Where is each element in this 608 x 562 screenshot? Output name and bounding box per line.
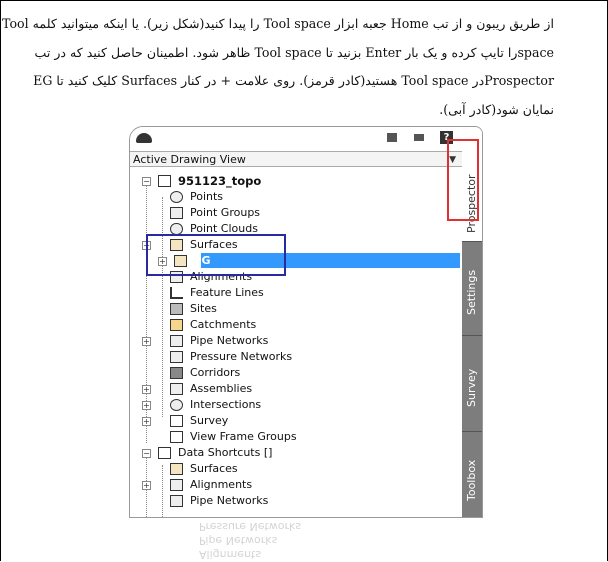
view-selector-label: Active Drawing View [133, 153, 246, 166]
tab-settings[interactable]: Settings [462, 241, 482, 336]
expand-icon[interactable]: + [142, 337, 151, 346]
collapse-icon[interactable]: − [142, 449, 151, 458]
survey-icon [170, 415, 183, 427]
sites-icon [170, 303, 183, 315]
tab-toolbox[interactable]: Toolbox [462, 431, 482, 517]
figure-reflection: Pressure Networks Pipe Networks Alignmen… [199, 520, 302, 561]
shortcut-icon [158, 447, 171, 459]
surface-icon [170, 463, 183, 475]
paragraph-line-4: نمایان شود(کادر آبی). [439, 101, 554, 117]
blue-highlight-box [146, 234, 286, 276]
tab-survey[interactable]: Survey [462, 335, 482, 432]
expand-icon[interactable]: + [142, 481, 151, 490]
view-selector[interactable]: Active Drawing View ▼ [130, 151, 462, 167]
red-highlight-box [447, 139, 479, 221]
assemblies-icon [170, 383, 183, 395]
corridors-icon [170, 367, 183, 379]
feature-lines-icon [170, 287, 183, 299]
toolspace-figure: ? Active Drawing View ▼ − 951123_topo Po… [129, 126, 483, 562]
paragraph-line-3: Prospectorدر Tool space هستید(کادر قرمز)… [33, 73, 554, 88]
window-icon[interactable] [414, 134, 424, 141]
pipe-networks-icon [170, 495, 183, 507]
drawing-icon [158, 175, 171, 187]
paragraph-line-2: spaceرا تایپ کرده و یک بار Enter بزنید ت… [34, 44, 554, 60]
toolspace-toolbar: ? [130, 127, 482, 149]
point-groups-icon [170, 207, 183, 219]
toolspace-panel: ? Active Drawing View ▼ − 951123_topo Po… [129, 126, 483, 518]
pin-icon[interactable] [136, 133, 152, 143]
points-icon [170, 191, 183, 203]
alignment-icon [170, 479, 183, 491]
instruction-paragraph: از طریق ریبون و از تب Home جعبه ابزار To… [2, 10, 554, 124]
intersections-icon [170, 399, 183, 411]
pipe-networks-icon [170, 335, 183, 347]
pressure-networks-icon [170, 351, 183, 363]
paragraph-line-1: از طریق ریبون و از تب Home جعبه ابزار To… [2, 16, 554, 31]
network-icon[interactable] [387, 133, 397, 142]
expand-icon[interactable]: + [142, 401, 151, 410]
expand-icon[interactable]: + [142, 417, 151, 426]
expand-icon[interactable]: + [142, 385, 151, 394]
catchments-icon [170, 319, 183, 331]
collapse-icon[interactable]: − [142, 177, 151, 186]
view-frame-groups-icon [170, 431, 183, 443]
